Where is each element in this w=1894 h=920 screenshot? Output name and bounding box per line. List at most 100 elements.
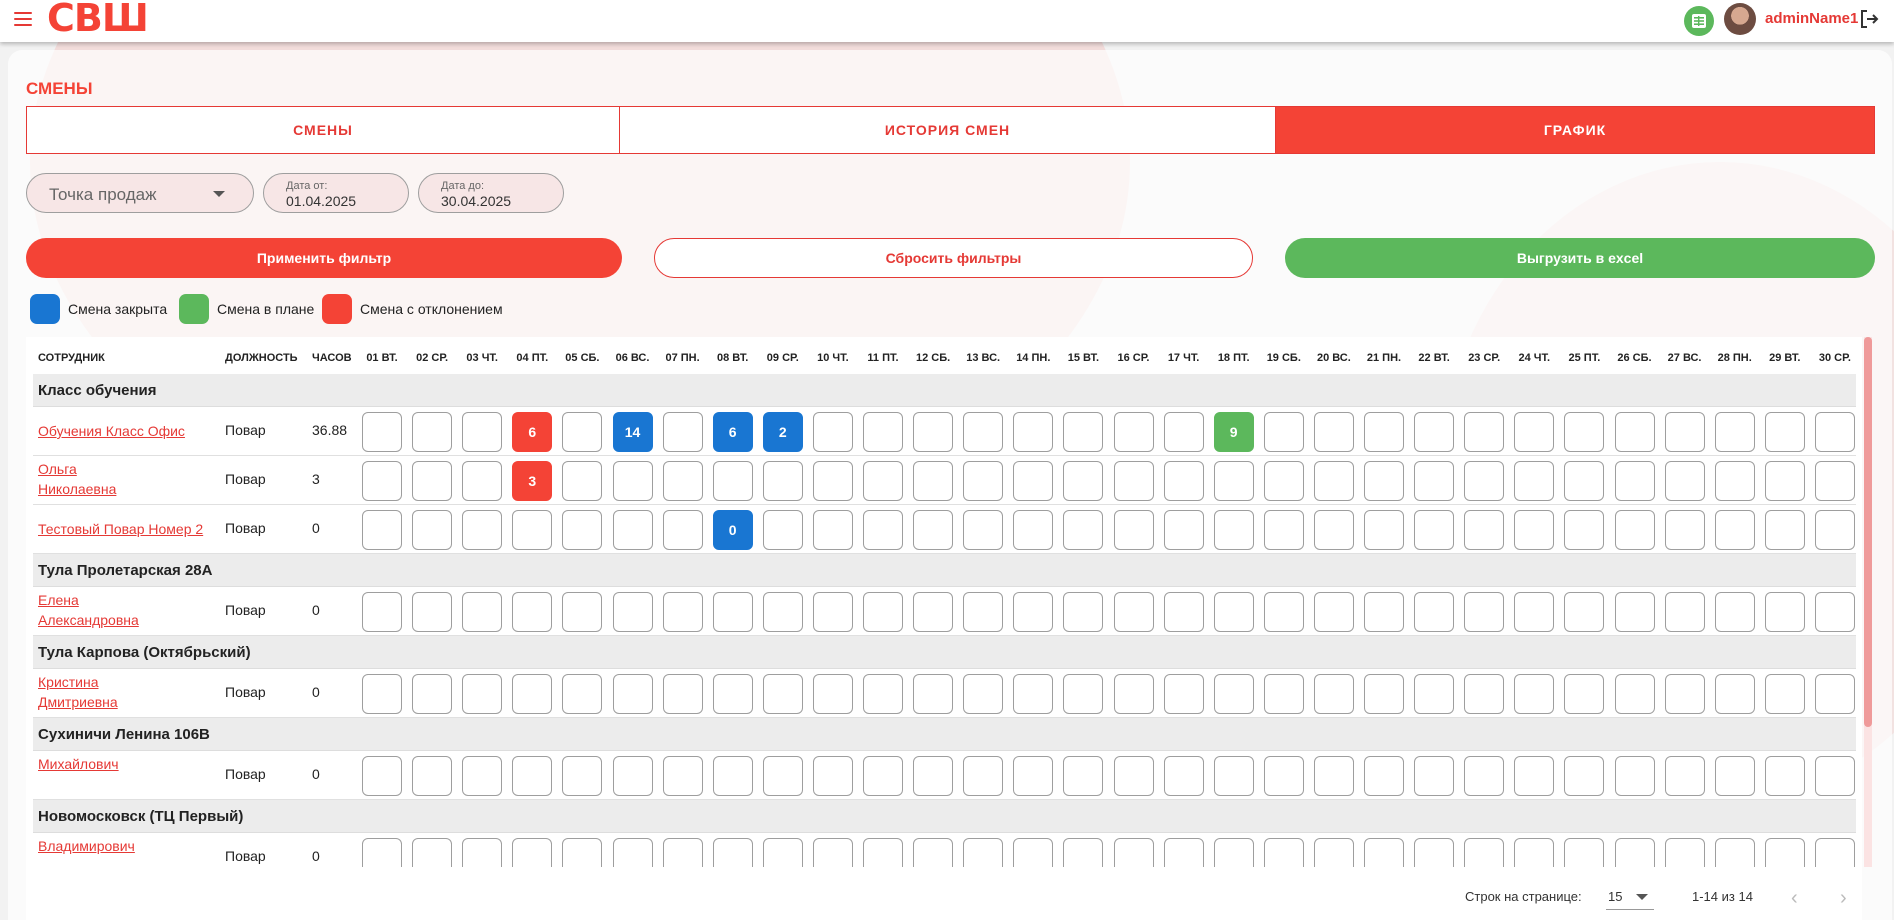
shift-cell[interactable]: [612, 461, 653, 501]
username[interactable]: adminName1: [1765, 10, 1858, 27]
shift-cell[interactable]: [1113, 756, 1154, 796]
shift-cell[interactable]: [1514, 756, 1555, 796]
shift-cell[interactable]: [1213, 756, 1254, 796]
shift-cell[interactable]: [1564, 412, 1605, 452]
employee-link[interactable]: Елена Александровна: [38, 590, 139, 630]
shift-cell[interactable]: [812, 756, 853, 796]
shift-cell[interactable]: [1664, 412, 1705, 452]
shift-cell[interactable]: [512, 510, 553, 550]
shift-cell[interactable]: [1113, 674, 1154, 714]
shift-cell[interactable]: [1764, 756, 1805, 796]
point-select[interactable]: Точка продаж: [26, 173, 254, 213]
reset-filters-button[interactable]: Сбросить фильтры: [654, 238, 1253, 278]
shift-cell[interactable]: [963, 510, 1004, 550]
shift-cell[interactable]: [1614, 756, 1655, 796]
shift-cell[interactable]: [1063, 412, 1104, 452]
shift-cell[interactable]: [1514, 510, 1555, 550]
shift-cell[interactable]: [1714, 510, 1755, 550]
shift-cell[interactable]: [1063, 674, 1104, 714]
shift-cell[interactable]: [662, 674, 703, 714]
menu-icon[interactable]: [14, 12, 32, 26]
excel-icon[interactable]: [1684, 6, 1714, 36]
shift-cell[interactable]: [1013, 461, 1054, 501]
shift-cell[interactable]: [1063, 756, 1104, 796]
shift-cell[interactable]: [812, 592, 853, 632]
shift-cell[interactable]: [913, 510, 954, 550]
shift-cell[interactable]: [462, 461, 503, 501]
shift-cell[interactable]: [863, 412, 903, 452]
shift-cell[interactable]: [1464, 592, 1505, 632]
shift-cell[interactable]: [662, 510, 703, 550]
prev-page-icon[interactable]: ‹: [1791, 887, 1798, 910]
shift-cell[interactable]: [1664, 461, 1705, 501]
next-page-icon[interactable]: ›: [1840, 887, 1847, 910]
shift-cell[interactable]: [1714, 412, 1755, 452]
apply-filter-button[interactable]: Применить фильтр: [26, 238, 622, 278]
shift-cell[interactable]: [1664, 592, 1705, 632]
employee-link[interactable]: Тестовый Повар Номер 2: [38, 519, 203, 539]
shift-cell[interactable]: [1764, 412, 1805, 452]
tab-schedule[interactable]: ГРАФИК: [1276, 106, 1875, 154]
shift-cell[interactable]: [1614, 510, 1655, 550]
employee-link[interactable]: Обучения Класс Офис: [38, 421, 185, 441]
shift-cell[interactable]: [863, 674, 903, 714]
shift-cell[interactable]: [1614, 592, 1655, 632]
shift-cell[interactable]: [1814, 592, 1855, 632]
shift-cell[interactable]: [913, 674, 954, 714]
shift-cell[interactable]: [462, 674, 503, 714]
shift-cell[interactable]: [1213, 461, 1254, 501]
shift-cell[interactable]: [1163, 461, 1204, 501]
shift-cell[interactable]: [1414, 674, 1455, 714]
date-to-field[interactable]: Дата до: 30.04.2025: [418, 173, 564, 213]
shift-cell[interactable]: [362, 756, 402, 796]
shift-cell[interactable]: [612, 510, 653, 550]
shift-cell[interactable]: [1013, 592, 1054, 632]
shift-cell[interactable]: 6: [512, 412, 553, 452]
shift-cell[interactable]: [412, 674, 453, 714]
shift-cell[interactable]: [1814, 756, 1855, 796]
shift-cell[interactable]: [913, 412, 954, 452]
shift-cell[interactable]: [1664, 674, 1705, 714]
shift-cell[interactable]: [1263, 412, 1304, 452]
shift-cell[interactable]: 14: [612, 412, 653, 452]
shift-cell[interactable]: [662, 756, 703, 796]
shift-cell[interactable]: [863, 592, 903, 632]
shift-cell[interactable]: [1013, 674, 1054, 714]
shift-cell[interactable]: [1714, 756, 1755, 796]
shift-cell[interactable]: [1013, 412, 1054, 452]
employee-link[interactable]: Ольга Николаевна: [38, 459, 116, 499]
shift-cell[interactable]: [812, 510, 853, 550]
shift-cell[interactable]: [812, 674, 853, 714]
shift-cell[interactable]: [1514, 592, 1555, 632]
shift-cell[interactable]: [1764, 674, 1805, 714]
shift-cell[interactable]: [913, 461, 954, 501]
shift-cell[interactable]: [562, 756, 603, 796]
shift-cell[interactable]: [1464, 510, 1505, 550]
shift-cell[interactable]: [462, 510, 503, 550]
shift-cell[interactable]: [1564, 510, 1605, 550]
shift-cell[interactable]: [963, 412, 1004, 452]
shift-cell[interactable]: [1364, 412, 1404, 452]
shift-cell[interactable]: [712, 592, 753, 632]
tab-shift-history[interactable]: ИСТОРИЯ СМЕН: [620, 106, 1276, 154]
shift-cell[interactable]: [1814, 510, 1855, 550]
shift-cell[interactable]: [412, 412, 453, 452]
shift-cell[interactable]: [712, 674, 753, 714]
rows-per-page-select[interactable]: 15: [1608, 889, 1622, 904]
shift-cell[interactable]: [1614, 461, 1655, 501]
shift-cell[interactable]: 6: [712, 412, 753, 452]
shift-cell[interactable]: [1714, 461, 1755, 501]
shift-cell[interactable]: 9: [1213, 412, 1254, 452]
shift-cell[interactable]: [1464, 756, 1505, 796]
shift-cell[interactable]: [662, 461, 703, 501]
date-from-field[interactable]: Дата от: 01.04.2025: [263, 173, 409, 213]
shift-cell[interactable]: [1564, 756, 1605, 796]
shift-cell[interactable]: [562, 461, 603, 501]
shift-cell[interactable]: [1313, 461, 1354, 501]
shift-cell[interactable]: [1764, 510, 1805, 550]
shift-cell[interactable]: [812, 461, 853, 501]
shift-cell[interactable]: [1564, 461, 1605, 501]
shift-cell[interactable]: [1464, 461, 1505, 501]
shift-cell[interactable]: [1364, 461, 1404, 501]
shift-cell[interactable]: [1113, 461, 1154, 501]
